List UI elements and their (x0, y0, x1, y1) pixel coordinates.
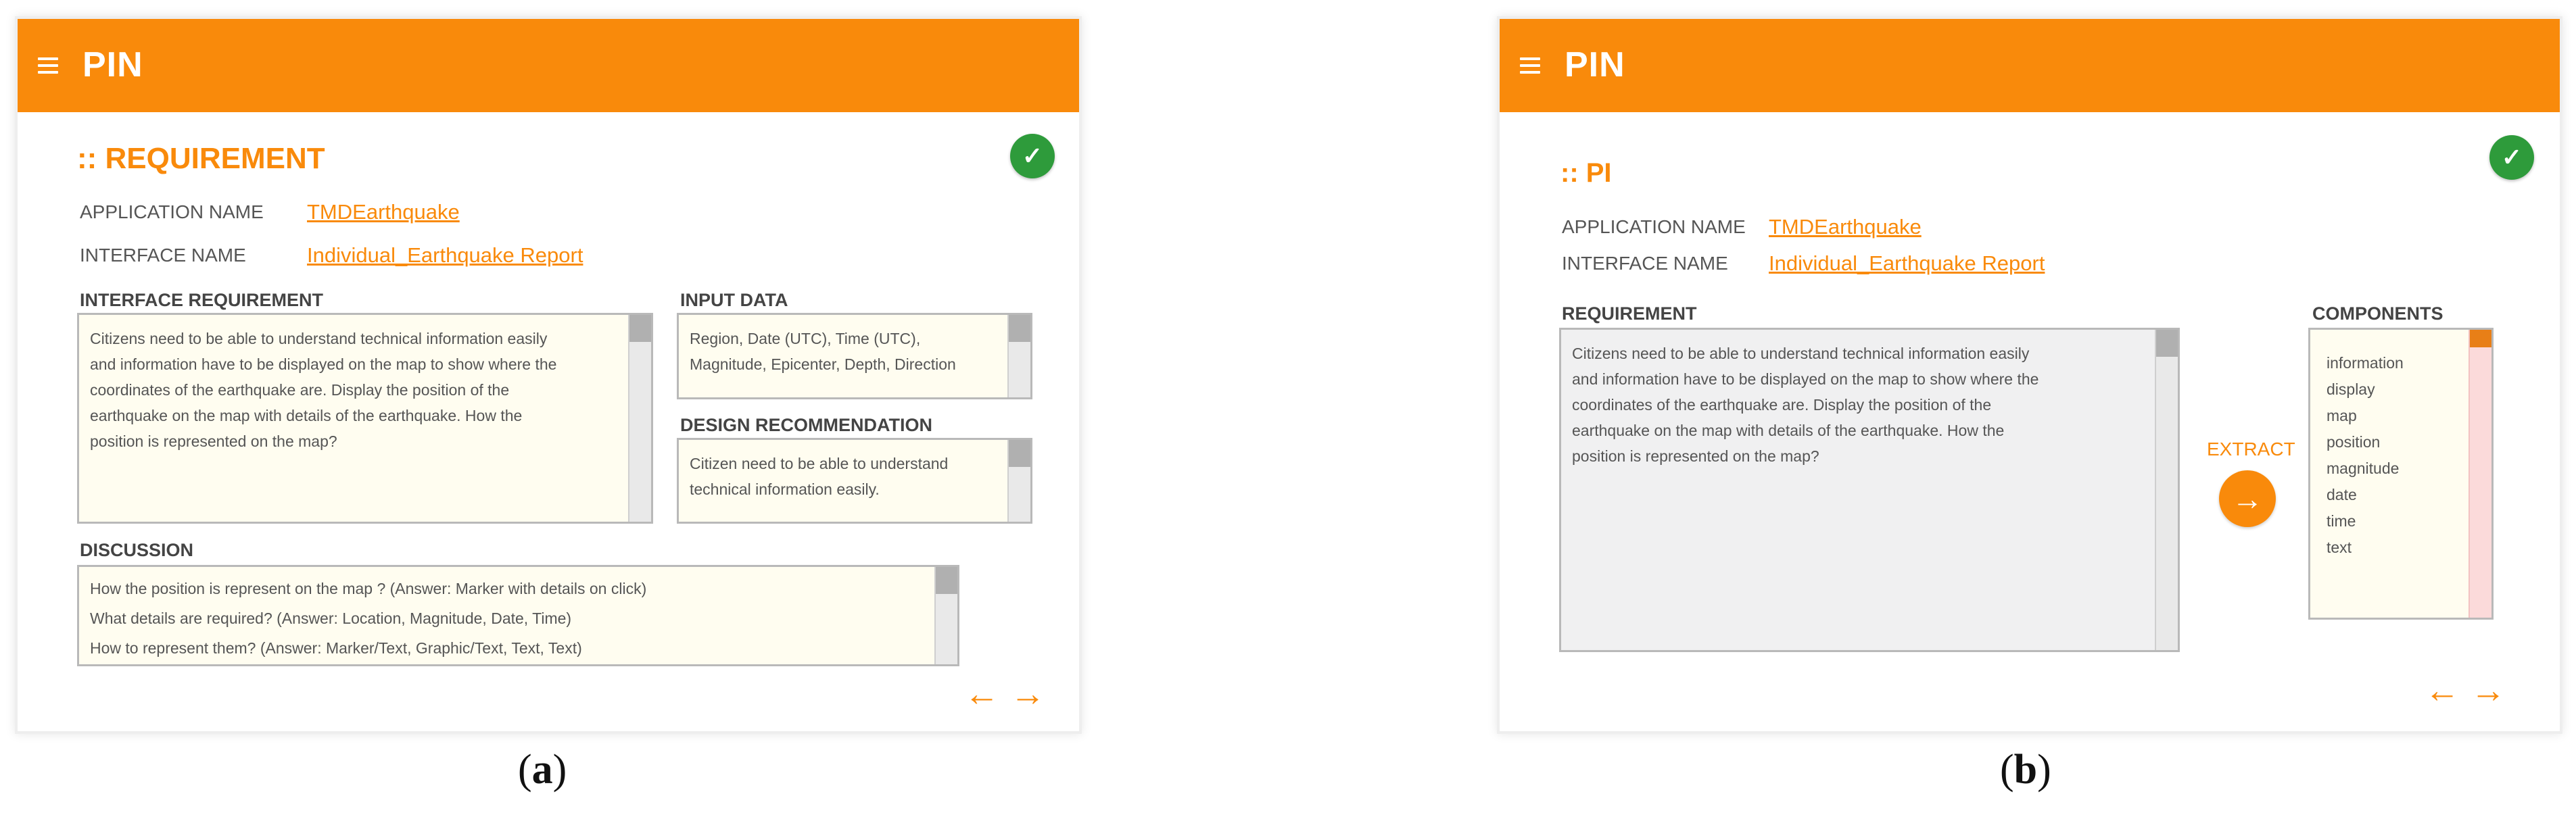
interface-name-label: INTERFACE NAME (80, 245, 246, 266)
caption-letter: b (2013, 747, 2038, 793)
component-item[interactable]: display (2327, 376, 2464, 403)
input-data-textarea[interactable]: Region, Date (UTC), Time (UTC), Magnitud… (677, 313, 1032, 399)
application-name-link[interactable]: TMDEarthquake (307, 201, 460, 222)
text-line: Citizens need to be able to understand t… (90, 330, 548, 347)
requirement-textarea[interactable]: Citizens need to be able to understand t… (1559, 328, 2180, 652)
caption-close: ) (552, 747, 567, 793)
scrollbar[interactable] (2468, 330, 2491, 618)
design-recommendation-label: DESIGN RECOMMENDATION (680, 415, 933, 435)
scrollbar-thumb[interactable] (936, 567, 957, 594)
text-line: coordinates of the earthquake are. Displ… (90, 381, 510, 399)
app-title: PIN (1565, 45, 1625, 84)
scrollbar[interactable] (2155, 330, 2178, 650)
section-title: :: REQUIREMENT (77, 142, 325, 175)
app-bar: PIN (18, 19, 1079, 112)
component-item[interactable]: time (2327, 508, 2464, 535)
interface-name-label: INTERFACE NAME (1562, 253, 1728, 274)
text-line: and information have to be displayed on … (1572, 370, 2039, 388)
components-list: information display map position magnitude da… (2327, 350, 2464, 561)
scrollbar-thumb[interactable] (2470, 330, 2491, 347)
scrollbar-thumb[interactable] (1009, 315, 1030, 342)
text-line: position is represented on the map? (90, 432, 337, 450)
text-line: coordinates of the earthquake are. Displ… (1572, 396, 1992, 414)
section-title: :: PI (1560, 158, 1612, 188)
scrollbar[interactable] (934, 567, 957, 664)
arrow-left-icon[interactable]: ← (964, 676, 999, 712)
scrollbar-thumb[interactable] (2156, 330, 2178, 357)
text-line: How the position is represent on the map… (90, 580, 647, 597)
text-line: technical information easily. (690, 480, 880, 498)
caption-open: ( (518, 747, 532, 793)
check-circle-icon[interactable]: ✓ (1010, 134, 1055, 178)
arrow-left-icon[interactable]: ← (2425, 673, 2460, 708)
scrollbar[interactable] (1007, 440, 1030, 522)
scrollbar[interactable] (628, 315, 651, 522)
discussion-label: DISCUSSION (80, 540, 194, 560)
design-recommendation-textarea[interactable]: Citizen need to be able to understand te… (677, 438, 1032, 524)
component-item[interactable]: information (2327, 350, 2464, 376)
text-line: Region, Date (UTC), Time (UTC), (690, 330, 921, 347)
interface-requirement-label: INTERFACE REQUIREMENT (80, 290, 324, 310)
extract-button[interactable]: → (2219, 470, 2276, 527)
requirement-screen: PIN :: REQUIREMENT ✓ APPLICATION NAME TM… (18, 19, 1079, 731)
application-name-label: APPLICATION NAME (1562, 216, 1746, 237)
text-line: What details are required? (Answer: Loca… (90, 610, 572, 627)
component-item[interactable]: text (2327, 535, 2464, 561)
components-list-box[interactable]: information display map position magnitude da… (2308, 328, 2494, 620)
component-item[interactable]: date (2327, 482, 2464, 508)
component-item[interactable]: magnitude (2327, 455, 2464, 482)
caption-open: ( (2000, 747, 2014, 793)
hamburger-menu-icon[interactable] (1520, 57, 1540, 74)
pi-screen: PIN :: PI ✓ APPLICATION NAME TMDEarthqua… (1500, 19, 2560, 731)
app-title: PIN (82, 45, 143, 84)
text-line: position is represented on the map? (1572, 447, 1819, 465)
text-line: Citizen need to be able to understand (690, 455, 949, 472)
requirement-label: REQUIREMENT (1562, 303, 1697, 324)
arrow-right-icon[interactable]: → (2471, 673, 2506, 708)
input-data-label: INPUT DATA (680, 290, 788, 310)
scrollbar-thumb[interactable] (1009, 440, 1030, 467)
text-line: and information have to be displayed on … (90, 355, 557, 373)
text-line: Magnitude, Epicenter, Depth, Direction (690, 355, 956, 373)
caption-a: (a) (518, 749, 567, 791)
component-item[interactable]: map (2327, 403, 2464, 429)
arrow-right-icon[interactable]: → (1010, 676, 1045, 712)
text-line: earthquake on the map with details of th… (90, 407, 523, 424)
component-item[interactable]: position (2327, 429, 2464, 455)
extract-label: EXTRACT (2207, 439, 2295, 460)
caption-close: ) (2037, 747, 2051, 793)
app-bar: PIN (1500, 19, 2560, 112)
text-line: Citizens need to be able to understand t… (1572, 345, 2030, 362)
components-label: COMPONENTS (2312, 303, 2443, 324)
scrollbar-thumb[interactable] (629, 315, 651, 342)
hamburger-menu-icon[interactable] (38, 57, 58, 74)
interface-requirement-textarea[interactable]: Citizens need to be able to understand t… (77, 313, 653, 524)
text-line: How to represent them? (Answer: Marker/T… (90, 639, 582, 657)
scrollbar[interactable] (1007, 315, 1030, 397)
caption-b: (b) (2000, 749, 2051, 791)
application-name-link[interactable]: TMDEarthquake (1769, 216, 1922, 237)
interface-name-link[interactable]: Individual_Earthquake Report (307, 245, 583, 266)
application-name-label: APPLICATION NAME (80, 201, 264, 222)
check-circle-icon[interactable]: ✓ (2489, 135, 2534, 180)
discussion-textarea[interactable]: How the position is represent on the map… (77, 565, 959, 666)
caption-letter: a (531, 747, 553, 793)
text-line: earthquake on the map with details of th… (1572, 422, 2005, 439)
interface-name-link[interactable]: Individual_Earthquake Report (1769, 253, 2045, 274)
